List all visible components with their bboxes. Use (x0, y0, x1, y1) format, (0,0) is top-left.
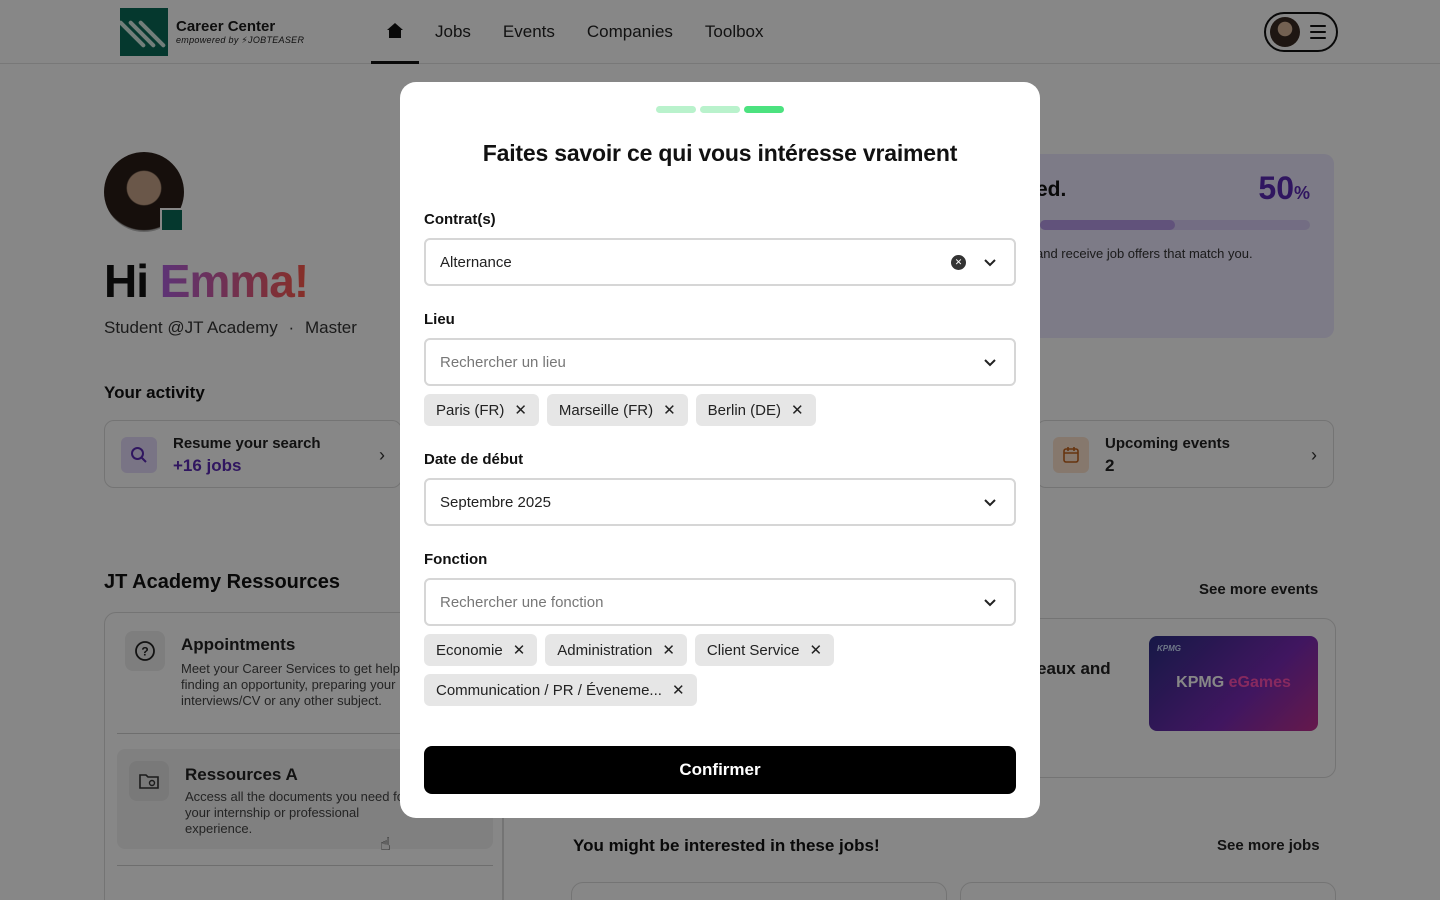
location-search-input[interactable]: Rechercher un lieu (424, 338, 1016, 386)
function-chip: Economie ✕ (424, 634, 538, 666)
function-label: Fonction (424, 551, 488, 568)
function-chip: Communication / PR / Éveneme... ✕ (424, 674, 697, 706)
start-date-value: Septembre 2025 (440, 494, 551, 511)
contract-select[interactable]: Alternance ✕ (424, 238, 1016, 286)
chevron-down-icon[interactable] (982, 354, 998, 370)
close-icon[interactable]: ✕ (672, 683, 685, 698)
function-placeholder: Rechercher une fonction (440, 594, 604, 611)
step-1 (656, 106, 696, 113)
step-2 (700, 106, 740, 113)
close-icon[interactable]: ✕ (513, 643, 526, 658)
start-date-label: Date de début (424, 451, 524, 468)
close-icon[interactable]: ✕ (514, 403, 527, 418)
step-3 (744, 106, 784, 113)
function-search-input[interactable]: Rechercher une fonction (424, 578, 1016, 626)
location-placeholder: Rechercher un lieu (440, 354, 566, 371)
step-indicator (656, 106, 784, 113)
preferences-modal: Faites savoir ce qui vous intéresse vrai… (400, 82, 1040, 818)
location-chips: Paris (FR) ✕ Marseille (FR) ✕ Berlin (DE) ✕ (424, 394, 1016, 426)
location-chip: Berlin (DE) ✕ (695, 394, 816, 426)
location-chip: Marseille (FR) ✕ (546, 394, 688, 426)
function-chips: Economie ✕ Administration ✕ Client Service… (424, 634, 1016, 706)
chevron-down-icon[interactable] (982, 494, 998, 510)
function-chip: Administration ✕ (545, 634, 687, 666)
start-date-select[interactable]: Septembre 2025 (424, 478, 1016, 526)
location-label: Lieu (424, 311, 455, 328)
close-icon[interactable]: ✕ (663, 403, 676, 418)
contract-value: Alternance (440, 254, 512, 271)
chevron-down-icon[interactable] (982, 254, 998, 270)
confirm-button[interactable]: Confirmer (424, 746, 1016, 794)
close-icon[interactable]: ✕ (791, 403, 804, 418)
function-chip: Client Service ✕ (694, 634, 835, 666)
close-icon[interactable]: ✕ (809, 643, 822, 658)
modal-title: Faites savoir ce qui vous intéresse vrai… (482, 140, 958, 166)
clear-circle-icon[interactable]: ✕ (951, 255, 966, 270)
contract-label: Contrat(s) (424, 211, 496, 228)
chevron-down-icon[interactable] (982, 594, 998, 610)
close-icon[interactable]: ✕ (662, 643, 675, 658)
location-chip: Paris (FR) ✕ (424, 394, 539, 426)
